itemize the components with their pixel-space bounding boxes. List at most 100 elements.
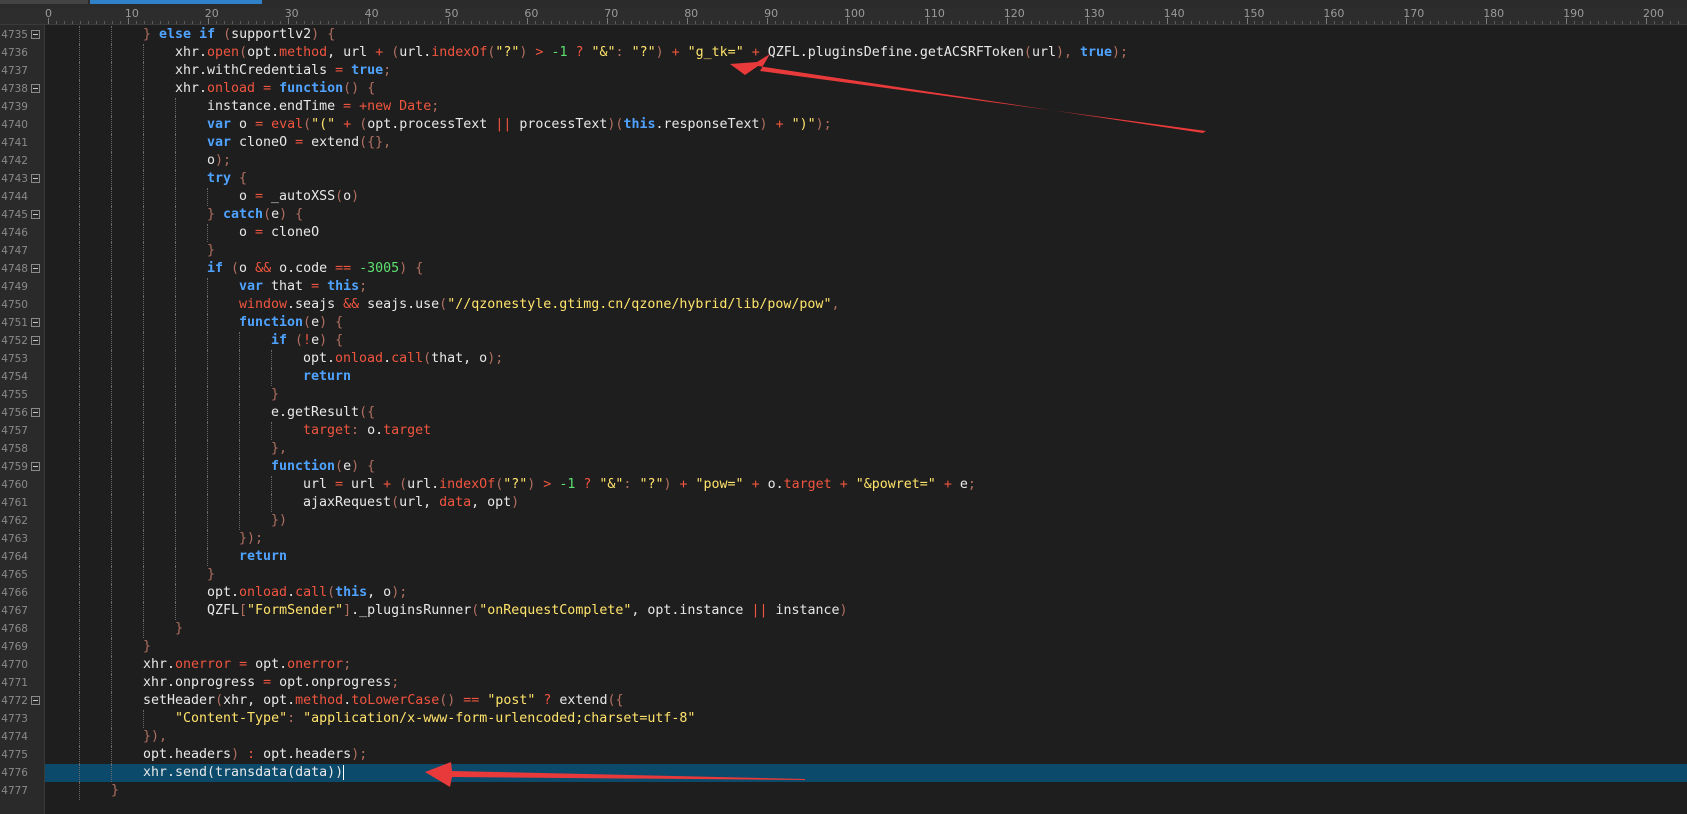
code-line[interactable]: o = _autoXSS(o)	[45, 188, 1687, 206]
fold-toggle-icon[interactable]	[31, 336, 40, 345]
code-line[interactable]: })	[45, 512, 1687, 530]
code-line[interactable]: url = url + (url.indexOf("?") > -1 ? "&"…	[45, 476, 1687, 494]
code-token: supportlv2	[231, 27, 312, 42]
indent-guide	[271, 476, 272, 494]
code-line[interactable]: }	[45, 386, 1687, 404]
code-line[interactable]: xhr.onload = function() {	[45, 80, 1687, 98]
current-code-line[interactable]: xhr.send(transdata(data))	[45, 764, 1687, 782]
ruler-tick	[663, 21, 665, 24]
ruler-tick	[1454, 21, 1456, 24]
code-token: that, o	[431, 351, 488, 366]
code-line[interactable]: ajaxRequest(url, data, opt)	[45, 494, 1687, 512]
code-token: instance.endTime	[207, 99, 344, 114]
code-token: }	[175, 621, 184, 636]
code-line[interactable]: });	[45, 530, 1687, 548]
ruler-tick	[719, 21, 721, 24]
code-line[interactable]: function(e) {	[45, 314, 1687, 332]
fold-toggle-icon[interactable]	[31, 318, 40, 327]
code-line[interactable]: if (o && o.code == -3005) {	[45, 260, 1687, 278]
ruler-tick	[551, 21, 553, 24]
fold-toggle-icon[interactable]	[31, 264, 40, 273]
fold-toggle-icon[interactable]	[31, 30, 40, 39]
code-line[interactable]: try {	[45, 170, 1687, 188]
code-line[interactable]: var cloneO = extend({},	[45, 134, 1687, 152]
code-token: url	[1031, 45, 1056, 60]
code-line[interactable]: var that = this;	[45, 278, 1687, 296]
ruler-tick	[639, 21, 641, 24]
code-token: eval	[271, 117, 304, 132]
fold-toggle-icon[interactable]	[31, 696, 40, 705]
indent-guide	[79, 674, 80, 692]
code-line[interactable]: function(e) {	[45, 458, 1687, 476]
indent-guide	[79, 404, 80, 422]
indent-guide	[207, 188, 208, 206]
fold-toggle-icon[interactable]	[31, 84, 40, 93]
code-token: ==	[463, 693, 480, 708]
ruler-tick	[175, 21, 177, 24]
indent-guide	[143, 44, 144, 62]
code-line[interactable]: QZFL["FormSender"]._pluginsRunner("onReq…	[45, 602, 1687, 620]
ruler-tick	[1286, 21, 1288, 24]
code-line[interactable]: var o = eval("(" + (opt.processText || p…	[45, 116, 1687, 134]
fold-toggle-icon[interactable]	[31, 408, 40, 417]
code-token: target	[783, 477, 832, 492]
active-file-tab[interactable]	[90, 0, 262, 4]
indent-guide	[207, 512, 208, 530]
code-line[interactable]: opt.headers) : opt.headers);	[45, 746, 1687, 764]
line-number: 4768	[1, 623, 28, 635]
fold-toggle-icon[interactable]	[31, 174, 40, 183]
indent-guide	[239, 386, 240, 404]
code-token: )	[279, 207, 288, 222]
code-line[interactable]: window.seajs && seajs.use("//qzonestyle.…	[45, 296, 1687, 314]
code-line[interactable]: }	[45, 620, 1687, 638]
code-line[interactable]: }	[45, 242, 1687, 260]
code-line[interactable]: o = cloneO	[45, 224, 1687, 242]
code-line[interactable]: instance.endTime = +new Date;	[45, 98, 1687, 116]
code-line[interactable]: }),	[45, 728, 1687, 746]
code-line[interactable]: if (!e) {	[45, 332, 1687, 350]
code-line[interactable]: return	[45, 368, 1687, 386]
code-line[interactable]: }	[45, 566, 1687, 584]
code-line[interactable]: xhr.onerror = opt.onerror;	[45, 656, 1687, 674]
code-editor[interactable]: } else if (supportlv2) {xhr.open(opt.met…	[45, 25, 1687, 814]
indent-guide	[175, 512, 176, 530]
inactive-tab[interactable]	[0, 0, 88, 4]
ruler-tick	[383, 21, 385, 24]
code-token: +	[839, 477, 848, 492]
indent-guide	[175, 458, 176, 476]
ruler-tick	[295, 21, 297, 24]
code-token: =	[263, 675, 272, 690]
line-number: 4752	[1, 335, 28, 347]
line-number: 4774	[1, 731, 28, 743]
code-token: =	[255, 189, 264, 204]
indent-guide	[79, 296, 80, 314]
ruler-tick	[1310, 21, 1312, 24]
code-line[interactable]: return	[45, 548, 1687, 566]
code-token: function	[279, 81, 344, 96]
code-line[interactable]: } catch(e) {	[45, 206, 1687, 224]
fold-toggle-icon[interactable]	[31, 462, 40, 471]
code-token: QZFL.pluginsDefine.getACSRFToken	[759, 45, 1024, 60]
code-line[interactable]: o);	[45, 152, 1687, 170]
code-line[interactable]: target: o.target	[45, 422, 1687, 440]
code-line[interactable]: setHeader(xhr, opt.method.toLowerCase() …	[45, 692, 1687, 710]
code-line[interactable]: } else if (supportlv2) {	[45, 26, 1687, 44]
code-token: opt.onprogress	[271, 675, 392, 690]
code-line[interactable]: }	[45, 782, 1687, 800]
code-line[interactable]: xhr.open(opt.method, url + (url.indexOf(…	[45, 44, 1687, 62]
ruler-tick	[878, 21, 880, 24]
code-line[interactable]: opt.onload.call(that, o);	[45, 350, 1687, 368]
code-line[interactable]: },	[45, 440, 1687, 458]
code-line[interactable]: opt.onload.call(this, o);	[45, 584, 1687, 602]
code-line[interactable]: e.getResult({	[45, 404, 1687, 422]
code-line[interactable]: "Content-Type": "application/x-www-form-…	[45, 710, 1687, 728]
fold-toggle-icon[interactable]	[31, 210, 40, 219]
code-line[interactable]: xhr.withCredentials = true;	[45, 62, 1687, 80]
code-token: {	[367, 81, 376, 96]
ruler-tick	[918, 21, 920, 24]
code-line[interactable]: }	[45, 638, 1687, 656]
indent-guide	[111, 44, 112, 62]
code-line[interactable]: xhr.onprogress = opt.onprogress;	[45, 674, 1687, 692]
line-number: 4769	[1, 641, 28, 653]
